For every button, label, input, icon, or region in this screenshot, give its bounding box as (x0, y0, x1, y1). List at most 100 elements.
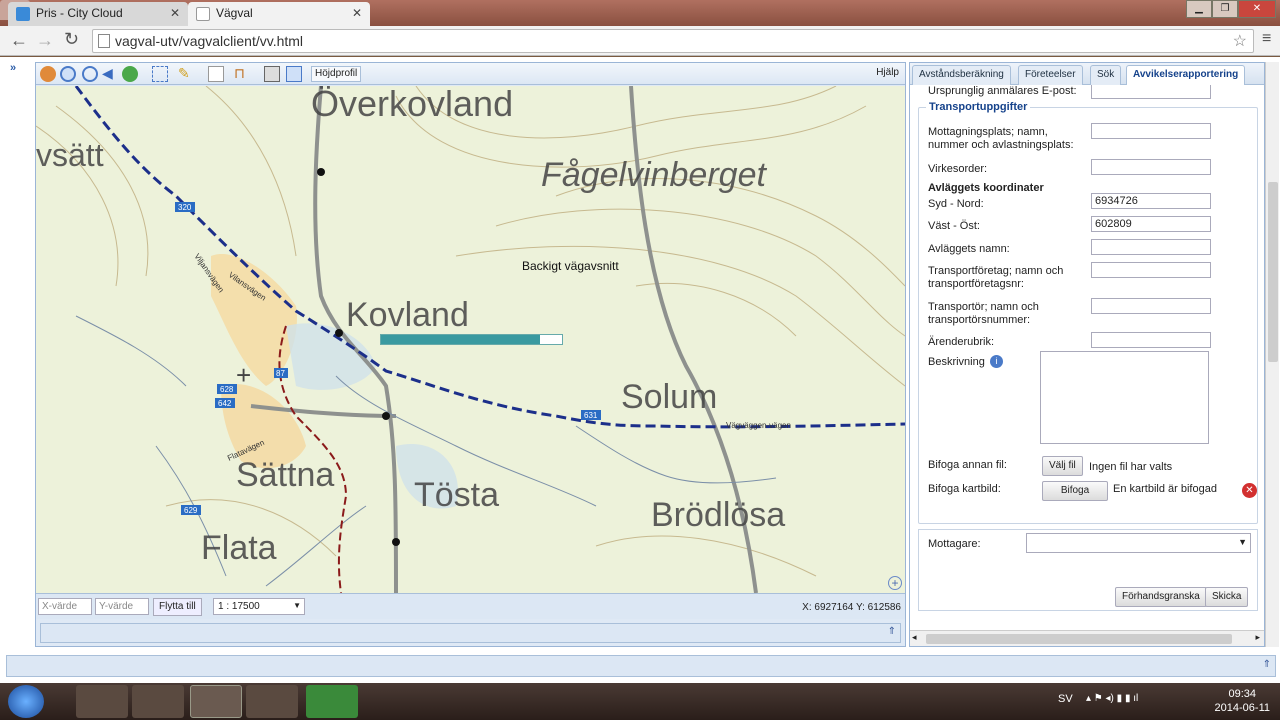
full-extent-globe-icon[interactable] (122, 66, 138, 82)
info-icon[interactable]: i (990, 355, 1003, 368)
internet-explorer-taskbar-icon[interactable] (246, 685, 298, 718)
start-button-icon[interactable] (8, 685, 44, 718)
map-overlay-text: Backigt vägavsnitt (522, 259, 619, 273)
tab-city-cloud[interactable]: Pris - City Cloud ✕ (8, 2, 188, 26)
svg-text:320: 320 (178, 203, 192, 212)
avlagg-name-field[interactable] (1091, 239, 1211, 255)
collapse-up-icon[interactable]: ⇑ (888, 626, 896, 637)
syd-nord-field[interactable]: 6934726 (1091, 193, 1211, 209)
deviation-report-form: Ursprunglig anmälares E-post: Transportu… (916, 85, 1262, 622)
media-player-taskbar-icon[interactable] (132, 685, 184, 718)
layers-icon[interactable] (286, 66, 302, 82)
chrome-taskbar-icon[interactable] (190, 685, 242, 718)
zoom-out-icon[interactable] (82, 66, 98, 82)
tab-foreteelser[interactable]: Företeelser (1018, 65, 1083, 85)
map-attached-status: En kartbild är bifogad (1113, 483, 1217, 495)
vast-ost-field[interactable]: 602809 (1091, 216, 1211, 232)
mottagningsplats-label: Mottagningsplats; namn, nummer och avlas… (928, 126, 1074, 151)
new-document-icon[interactable] (208, 66, 224, 82)
expand-left-panel-icon[interactable]: » (10, 62, 16, 74)
tab-sok[interactable]: Sök (1090, 65, 1122, 85)
file-status: Ingen fil har valts (1089, 461, 1173, 473)
map-canvas[interactable]: 320 628 642 629 631 87 Viljansvägen Vila… (36, 86, 905, 593)
collapse-up-icon[interactable]: ⇑ (1263, 659, 1271, 670)
svg-text:Solum: Solum (621, 378, 717, 416)
scroll-right-icon[interactable]: ▸ (1255, 632, 1260, 643)
svg-text:Flata: Flata (201, 529, 277, 567)
svg-text:vsätt: vsätt (36, 137, 104, 173)
menu-icon[interactable]: ≡ (1262, 30, 1271, 48)
church-cross-icon: + (236, 360, 251, 390)
svg-text:Kovland: Kovland (346, 296, 469, 334)
original-email-field[interactable] (1091, 85, 1211, 99)
close-tab-icon[interactable]: ✕ (352, 6, 362, 20)
move-to-button[interactable]: Flytta till (153, 598, 202, 616)
address-bar[interactable]: vagval-utv/vagvalclient/vv.html ☆ (92, 29, 1254, 53)
time: 09:34 (1228, 688, 1257, 700)
zoom-in-icon[interactable] (60, 66, 76, 82)
remove-map-icon[interactable]: ✕ (1242, 483, 1257, 498)
page-status-bar: ⇑ (6, 655, 1276, 677)
tab-avstandsberakning[interactable]: Avståndsberäkning (912, 65, 1011, 85)
bookmark-star-icon[interactable]: ☆ (1233, 31, 1247, 51)
scroll-left-icon[interactable]: ◂ (912, 632, 917, 643)
tab-avvikelserapportering[interactable]: Avvikelserapportering (1126, 65, 1246, 85)
reload-icon[interactable]: ↻ (64, 29, 79, 50)
panel-tabs: Avståndsberäkning Företeelser Sök Avvike… (910, 63, 1264, 85)
map-footer-bar: ⇑ (40, 623, 901, 643)
language-indicator[interactable]: SV (1058, 693, 1073, 705)
page-vertical-scrollbar[interactable] (1265, 62, 1279, 647)
send-button[interactable]: Skicka (1205, 587, 1249, 607)
map-panel: ◀ ✎ ⊓ Höjdprofil Hjälp 320 628 642 629 6… (35, 62, 906, 647)
scale-select[interactable]: 1 : 17500 ▼ (213, 598, 305, 615)
close-window-icon[interactable]: ✕ (1238, 0, 1276, 18)
x-value-input[interactable]: X-värde (38, 598, 92, 615)
tray-icons[interactable]: ▴ ⚑ ◂) ▮ ▮ ıl (1086, 693, 1138, 704)
taskbar-clock[interactable]: 09:34 2014-06-11 (1215, 687, 1270, 715)
print-icon[interactable] (264, 66, 280, 82)
beskrivning-textarea[interactable] (1040, 351, 1209, 444)
app-taskbar-icon[interactable] (306, 685, 358, 718)
transportor-label: Transportör; namn och transportörsnummer… (928, 301, 1039, 326)
preview-button[interactable]: Förhandsgranska (1115, 587, 1207, 607)
scale-value: 1 : 17500 (218, 601, 260, 612)
horizontal-scrollbar[interactable]: ◂ ▸ (910, 630, 1264, 646)
pan-hand-icon[interactable] (40, 66, 56, 82)
draw-pencil-icon[interactable]: ✎ (178, 66, 194, 82)
scrollbar-thumb[interactable] (926, 634, 1232, 644)
hojdprofil-button[interactable]: Höjdprofil (311, 66, 362, 82)
mottagningsplats-field[interactable] (1091, 123, 1211, 139)
select-area-icon[interactable] (152, 66, 168, 82)
close-tab-icon[interactable]: ✕ (170, 6, 180, 20)
previous-extent-icon[interactable]: ◀ (102, 66, 118, 82)
transportforetag-field[interactable] (1091, 262, 1211, 278)
page-icon (98, 34, 110, 48)
transportor-field[interactable] (1091, 298, 1211, 314)
url-text: vagval-utv/vagvalclient/vv.html (115, 33, 304, 49)
maximize-icon[interactable]: ❐ (1212, 0, 1238, 18)
explorer-taskbar-icon[interactable] (76, 685, 128, 718)
section-title: Transportuppgifter (926, 101, 1031, 114)
minimize-icon[interactable]: ▁ (1186, 0, 1212, 18)
attach-file-label: Bifoga annan fil: (928, 459, 1007, 471)
back-arrow-icon[interactable]: ← (10, 30, 28, 51)
svg-text:Fågelvinberget: Fågelvinberget (541, 156, 767, 194)
arenderubrik-field[interactable] (1091, 332, 1211, 348)
mottagare-select[interactable]: ▼ (1026, 533, 1251, 553)
help-link[interactable]: Hjälp (876, 67, 899, 78)
attach-map-button[interactable]: Bifoga (1042, 481, 1108, 501)
tab-title: Vägval (216, 6, 253, 20)
forward-arrow-icon[interactable]: → (36, 30, 54, 51)
right-panel: Avståndsberäkning Företeelser Sök Avvike… (909, 62, 1265, 647)
y-value-input[interactable]: Y-värde (95, 598, 149, 615)
measure-icon[interactable]: ⊓ (234, 66, 250, 82)
virkesorder-label: Virkesorder: (928, 163, 988, 175)
svg-text:629: 629 (184, 506, 198, 515)
browser-toolbar: ← → ↻ vagval-utv/vagvalclient/vv.html ☆ … (0, 26, 1280, 56)
svg-text:87: 87 (276, 369, 285, 378)
scrollbar-thumb[interactable] (1268, 182, 1278, 362)
map-expand-plus-icon[interactable]: + (888, 576, 902, 590)
virkesorder-field[interactable] (1091, 159, 1211, 175)
tab-vagval[interactable]: Vägval ✕ (188, 2, 370, 26)
choose-file-button[interactable]: Välj fil (1042, 456, 1083, 476)
